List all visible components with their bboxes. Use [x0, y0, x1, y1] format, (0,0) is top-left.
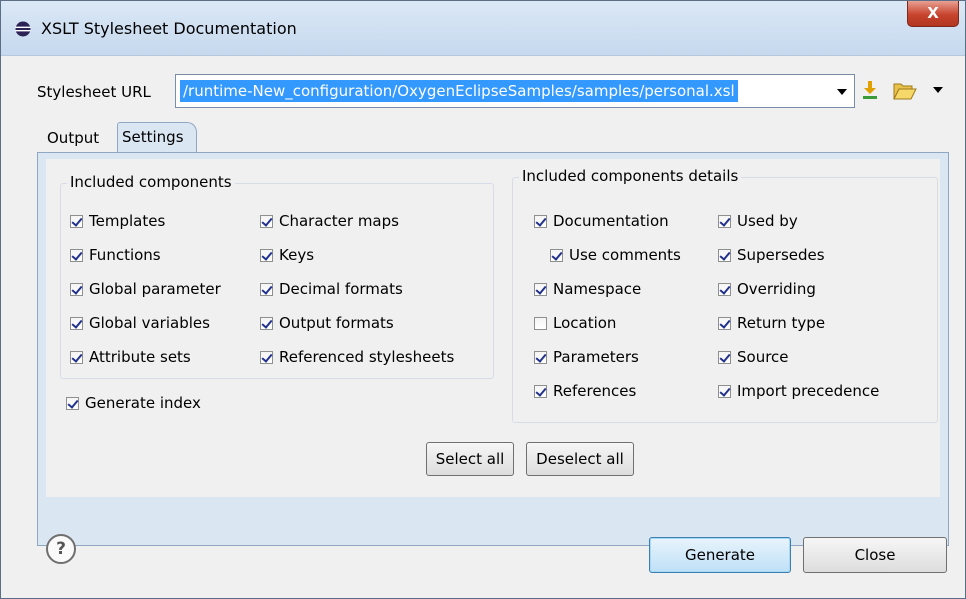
checkbox-label: Import precedence — [737, 382, 880, 400]
download-icon[interactable] — [861, 80, 879, 100]
checkbox-use-comments[interactable]: Use comments — [550, 245, 681, 265]
checkbox-output-formats[interactable]: Output formats — [260, 313, 394, 333]
checkbox-label: Character maps — [279, 212, 399, 230]
checkbox-box[interactable] — [260, 215, 273, 228]
checkbox-overriding[interactable]: Overriding — [718, 279, 816, 299]
checkbox-generate-index[interactable]: Generate index — [66, 393, 201, 413]
checkbox-box[interactable] — [70, 351, 83, 364]
checkbox-label: Global parameter — [89, 280, 221, 298]
checkbox-namespace[interactable]: Namespace — [534, 279, 641, 299]
checkbox-label: Namespace — [553, 280, 642, 298]
checkbox-box[interactable] — [70, 283, 83, 296]
generate-button[interactable]: Generate — [649, 537, 791, 573]
checkbox-return-type[interactable]: Return type — [718, 313, 825, 333]
checkbox-box[interactable] — [550, 249, 563, 262]
checkbox-character-maps[interactable]: Character maps — [260, 211, 399, 231]
checkbox-keys[interactable]: Keys — [260, 245, 314, 265]
included-components-title: Included components — [67, 173, 235, 191]
checkbox-box[interactable] — [718, 249, 731, 262]
checkbox-box[interactable] — [718, 385, 731, 398]
stylesheet-url-label: Stylesheet URL — [37, 83, 151, 101]
checkbox-label: Supersedes — [737, 246, 825, 264]
checkbox-label: Use comments — [569, 246, 681, 264]
title-bar[interactable]: XSLT Stylesheet Documentation X — [1, 1, 965, 56]
checkbox-label: Templates — [89, 212, 166, 230]
checkbox-box[interactable] — [70, 317, 83, 330]
checkbox-decimal-formats[interactable]: Decimal formats — [260, 279, 403, 299]
checkbox-label: Functions — [89, 246, 161, 264]
checkbox-label: Location — [553, 314, 617, 332]
checkbox-box[interactable] — [260, 283, 273, 296]
select-all-button[interactable]: Select all — [426, 442, 514, 476]
checkbox-box[interactable] — [718, 317, 731, 330]
stylesheet-url-value[interactable]: /runtime-New_configuration/OxygenEclipse… — [180, 80, 738, 102]
checkbox-parameters[interactable]: Parameters — [534, 347, 639, 367]
checkbox-label: References — [553, 382, 637, 400]
checkbox-used-by[interactable]: Used by — [718, 211, 798, 231]
checkbox-label: Used by — [737, 212, 798, 230]
stylesheet-url-combo[interactable]: /runtime-New_configuration/OxygenEclipse… — [175, 74, 855, 108]
checkbox-label: Global variables — [89, 314, 210, 332]
checkbox-location[interactable]: Location — [534, 313, 616, 333]
checkbox-box[interactable] — [260, 351, 273, 364]
tab-settings[interactable]: Settings — [117, 122, 197, 153]
checkbox-global-variables[interactable]: Global variables — [70, 313, 210, 333]
checkbox-box[interactable] — [260, 249, 273, 262]
window-close-button[interactable]: X — [907, 1, 959, 27]
checkbox-label: Referenced stylesheets — [279, 348, 455, 366]
checkbox-box[interactable] — [534, 351, 547, 364]
checkbox-templates[interactable]: Templates — [70, 211, 165, 231]
checkbox-label: Documentation — [553, 212, 669, 230]
help-icon[interactable]: ? — [46, 534, 76, 564]
close-button[interactable]: Close — [803, 537, 947, 573]
checkbox-referenced-stylesheets[interactable]: Referenced stylesheets — [260, 347, 454, 367]
checkbox-import-precedence[interactable]: Import precedence — [718, 381, 879, 401]
checkbox-references[interactable]: References — [534, 381, 636, 401]
checkbox-box[interactable] — [718, 351, 731, 364]
checkbox-documentation[interactable]: Documentation — [534, 211, 669, 231]
checkbox-supersedes[interactable]: Supersedes — [718, 245, 825, 265]
checkbox-label: Parameters — [553, 348, 639, 366]
settings-content: Included components Templates Character … — [46, 159, 940, 497]
checkbox-label: Overriding — [737, 280, 816, 298]
eclipse-icon — [15, 21, 31, 37]
checkbox-source[interactable]: Source — [718, 347, 789, 367]
xslt-doc-dialog: XSLT Stylesheet Documentation X Styleshe… — [0, 0, 966, 599]
checkbox-box[interactable] — [534, 317, 547, 330]
checkbox-box[interactable] — [534, 215, 547, 228]
checkbox-box[interactable] — [70, 215, 83, 228]
checkbox-functions[interactable]: Functions — [70, 245, 161, 265]
checkbox-box[interactable] — [70, 249, 83, 262]
checkbox-box[interactable] — [66, 397, 79, 410]
tab-output[interactable]: Output — [47, 124, 99, 152]
checkbox-label: Source — [737, 348, 789, 366]
window-title: XSLT Stylesheet Documentation — [41, 19, 297, 38]
checkbox-box[interactable] — [718, 283, 731, 296]
dialog-body: Stylesheet URL /runtime-New_configuratio… — [9, 56, 957, 592]
checkbox-global-parameter[interactable]: Global parameter — [70, 279, 221, 299]
checkbox-label: Keys — [279, 246, 315, 264]
checkbox-label: Generate index — [85, 394, 201, 412]
folder-open-icon[interactable] — [893, 81, 917, 101]
checkbox-box[interactable] — [534, 385, 547, 398]
deselect-all-button[interactable]: Deselect all — [526, 442, 634, 476]
checkbox-box[interactable] — [534, 283, 547, 296]
checkbox-attribute-sets[interactable]: Attribute sets — [70, 347, 191, 367]
checkbox-label: Output formats — [279, 314, 394, 332]
checkbox-box[interactable] — [260, 317, 273, 330]
checkbox-label: Attribute sets — [89, 348, 191, 366]
settings-panel: Included components Templates Character … — [37, 152, 949, 546]
included-components-details-title: Included components details — [519, 167, 742, 185]
checkbox-label: Decimal formats — [279, 280, 403, 298]
url-dropdown-arrow-icon[interactable] — [828, 75, 854, 107]
checkbox-label: Return type — [737, 314, 826, 332]
folder-dropdown-arrow-icon[interactable] — [933, 87, 943, 93]
checkbox-box[interactable] — [718, 215, 731, 228]
